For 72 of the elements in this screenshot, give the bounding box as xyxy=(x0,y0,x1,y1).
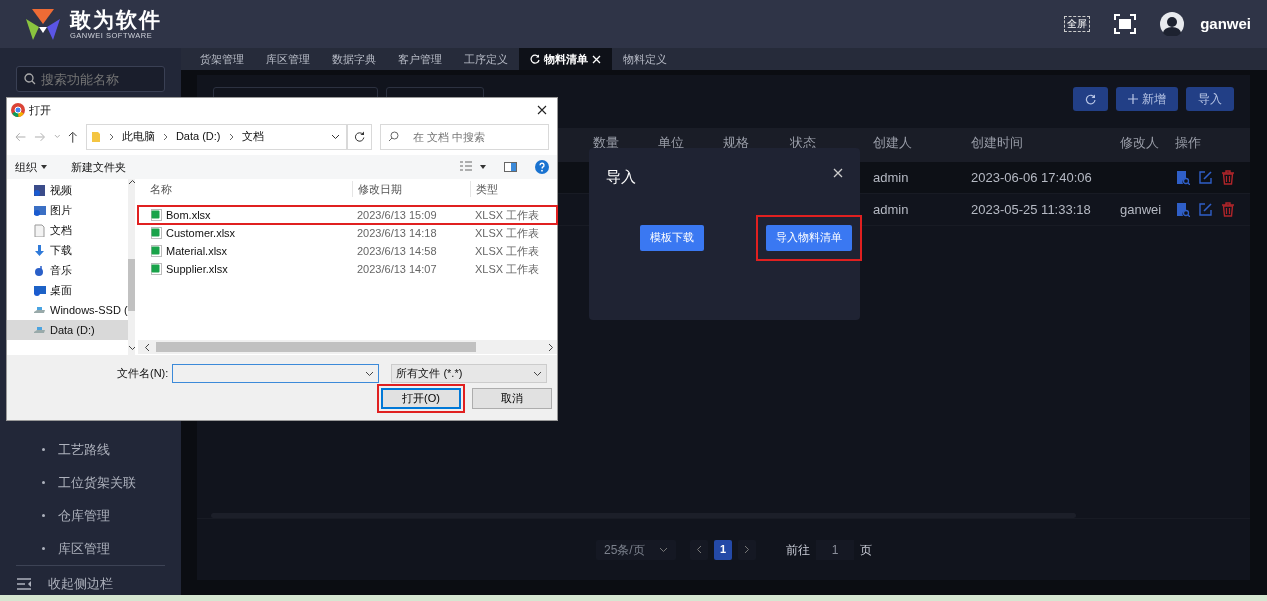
folder-item[interactable]: 图片 xyxy=(7,200,128,221)
tab[interactable]: 数据字典 xyxy=(321,48,387,70)
dialog-title: 打开 xyxy=(29,102,51,118)
goto-label: 前往 xyxy=(786,541,810,559)
column-header[interactable]: 名称 xyxy=(150,182,172,195)
table-cell: 2023-05-25 11:33:18 xyxy=(971,201,1091,217)
file-type: XLSX 工作表 xyxy=(475,208,540,221)
menu-item[interactable]: 库区管理 xyxy=(0,532,181,565)
file-date: 2023/6/13 15:09 xyxy=(357,208,437,221)
tab[interactable]: 物料定义 xyxy=(612,48,678,70)
collapse-sidebar-link[interactable]: 收起侧边栏 xyxy=(48,573,113,594)
folder-item[interactable]: 视频 xyxy=(7,180,128,201)
search-field[interactable]: 搜索功能名称 xyxy=(16,66,165,92)
folder-item[interactable]: 桌面 xyxy=(7,280,128,301)
address-bar[interactable]: 此电脑 Data (D:) 文档 xyxy=(85,123,348,150)
file-type-select[interactable]: 所有文件 (*.*) xyxy=(391,364,548,384)
folder-item[interactable]: 下载 xyxy=(7,240,128,261)
table-cell: admin xyxy=(873,169,909,185)
menu-item[interactable]: 仓库管理 xyxy=(0,499,181,532)
breadcrumb-item[interactable]: 此电脑 xyxy=(121,128,155,145)
table-cell: admin xyxy=(873,201,909,217)
column-header: 创建人 xyxy=(872,134,913,152)
folder-item[interactable]: Data (D:) xyxy=(7,320,128,341)
column-header: 修改人 xyxy=(1119,134,1160,152)
column-header: 规格 xyxy=(722,134,750,152)
import-button[interactable]: 导入 xyxy=(1186,87,1234,111)
import-list-button[interactable]: 导入物料清单 xyxy=(766,224,852,251)
menu-item[interactable]: 工位货架关联 xyxy=(0,466,181,499)
breadcrumb-item[interactable]: 文档 xyxy=(241,128,264,145)
file-type: XLSX 工作表 xyxy=(475,262,540,275)
column-header: 单位 xyxy=(657,134,685,152)
page-number-field[interactable]: 1 xyxy=(816,539,854,560)
column-header: 数量 xyxy=(592,134,620,152)
folder-item[interactable]: 文档 xyxy=(7,220,128,241)
column-header: 操作 xyxy=(1174,134,1202,152)
page-suffix: 页 xyxy=(860,541,872,559)
file-date: 2023/6/13 14:07 xyxy=(357,262,437,275)
page-size-select[interactable]: 25条/页 xyxy=(596,539,676,560)
filename-label: 文件名(N): xyxy=(117,366,169,382)
file-date: 2023/6/13 14:58 xyxy=(357,244,437,257)
cancel-button[interactable]: 取消 xyxy=(472,388,552,410)
page-button[interactable]: 1 xyxy=(714,539,732,560)
tab[interactable]: 物料清单 xyxy=(519,48,612,70)
table-cell: 2023-06-06 17:40:06 xyxy=(971,169,1092,185)
column-header[interactable]: 修改日期 xyxy=(358,182,402,195)
dialog-title: 导入 xyxy=(606,167,636,187)
column-header: 创建时间 xyxy=(970,134,1024,152)
file-row[interactable]: Bom.xlsx 2023/6/13 15:09 XLSX 工作表 xyxy=(138,206,557,225)
user-name[interactable]: ganwei xyxy=(1200,12,1251,36)
tab[interactable]: 库区管理 xyxy=(255,48,321,70)
new-folder-button[interactable]: 新建文件夹 xyxy=(71,158,126,176)
template-download-button[interactable]: 模板下载 xyxy=(640,224,704,251)
file-date: 2023/6/13 14:18 xyxy=(357,226,437,239)
menu-item[interactable]: 工艺路线 xyxy=(0,433,181,466)
fullscreen-button[interactable]: 全屏 xyxy=(1064,16,1091,32)
open-button[interactable]: 打开(O) xyxy=(381,388,461,410)
organize-menu[interactable]: 组织 xyxy=(15,158,47,176)
file-row[interactable]: Customer.xlsx 2023/6/13 14:18 XLSX 工作表 xyxy=(138,224,557,243)
folder-item[interactable]: Windows-SSD ( xyxy=(7,300,128,321)
file-type: XLSX 工作表 xyxy=(475,244,540,257)
add-button[interactable]: 新增 xyxy=(1116,87,1178,111)
table-cell: ganwei xyxy=(1120,201,1162,217)
tab[interactable]: 客户管理 xyxy=(387,48,453,70)
breadcrumb-item[interactable]: Data (D:) xyxy=(175,128,221,145)
folder-item[interactable]: 音乐 xyxy=(7,260,128,281)
file-row[interactable]: Supplier.xlsx 2023/6/13 14:07 XLSX 工作表 xyxy=(138,260,557,279)
tab[interactable]: 工序定义 xyxy=(453,48,519,70)
logo-title: 敢为软件 xyxy=(70,8,162,31)
file-type: XLSX 工作表 xyxy=(475,226,540,239)
file-row[interactable]: Material.xlsx 2023/6/13 14:58 XLSX 工作表 xyxy=(138,242,557,261)
tab[interactable]: 货架管理 xyxy=(189,48,255,70)
column-header[interactable]: 类型 xyxy=(476,182,498,195)
